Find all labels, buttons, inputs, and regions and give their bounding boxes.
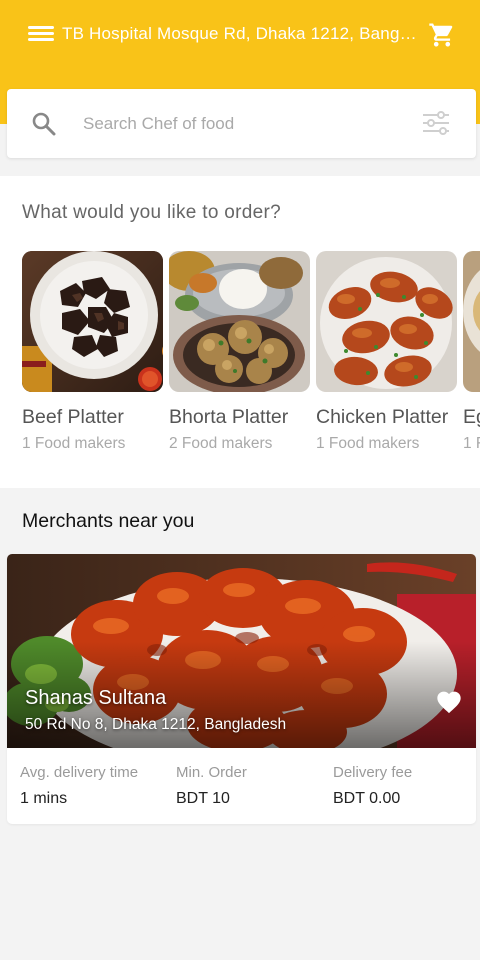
egg-platter-image — [463, 251, 480, 392]
category-card-bhorta-platter[interactable]: Bhorta Platter 2 Food makers — [169, 251, 310, 453]
category-name: Bhorta Platter — [169, 406, 289, 428]
chicken-platter-image — [316, 251, 457, 392]
category-card-egg-platter[interactable]: Eg 1 F — [463, 251, 480, 453]
section-title: What would you like to order? — [22, 202, 281, 223]
category-card-chicken-platter[interactable]: Chicken Platter 1 Food makers — [316, 251, 457, 453]
delivery-time-stat: Avg. delivery time 1 mins — [20, 764, 138, 808]
category-name: Chicken Platter — [316, 406, 449, 428]
order-categories-section: What would you like to order? Beef Platt… — [0, 176, 480, 488]
category-makers-count: 1 F — [463, 435, 480, 452]
search-bar — [7, 89, 476, 158]
merchants-section-title: Merchants near you — [22, 510, 195, 532]
min-order-stat: Min. Order BDT 10 — [176, 764, 247, 808]
beef-platter-image — [22, 251, 163, 392]
shopping-cart-icon[interactable] — [428, 20, 456, 50]
category-makers-count: 1 Food makers — [316, 435, 420, 452]
category-card-beef-platter[interactable]: Beef Platter 1 Food makers — [22, 251, 163, 453]
search-input[interactable] — [83, 107, 383, 141]
search-icon — [31, 111, 57, 137]
stat-label: Delivery fee — [333, 764, 413, 781]
category-name: Beef Platter — [22, 406, 124, 428]
stat-value: 1 mins — [20, 790, 68, 807]
bhorta-platter-image — [169, 251, 310, 392]
merchant-name: Shanas Sultana — [25, 687, 167, 709]
category-makers-count: 2 Food makers — [169, 435, 273, 452]
delivery-address[interactable]: TB Hospital Mosque Rd, Dhaka 1212, Bangl… — [62, 22, 418, 46]
stat-label: Min. Order — [176, 764, 247, 781]
merchant-address: 50 Rd No 8, Dhaka 1212, Bangladesh — [25, 716, 287, 733]
stat-value: BDT 10 — [176, 790, 230, 807]
merchant-card[interactable]: Shanas Sultana 50 Rd No 8, Dhaka 1212, B… — [7, 554, 476, 824]
delivery-fee-stat: Delivery fee BDT 0.00 — [333, 764, 412, 808]
stat-value: BDT 0.00 — [333, 790, 401, 807]
category-name: Eg — [463, 406, 480, 428]
heart-icon[interactable] — [435, 688, 463, 714]
category-carousel: Beef Platter 1 Food makers Bhorta Platte… — [22, 251, 480, 471]
stat-label: Avg. delivery time — [20, 764, 139, 781]
filter-sliders-icon[interactable] — [421, 109, 451, 137]
hamburger-menu-icon[interactable] — [28, 22, 56, 46]
category-makers-count: 1 Food makers — [22, 435, 126, 452]
